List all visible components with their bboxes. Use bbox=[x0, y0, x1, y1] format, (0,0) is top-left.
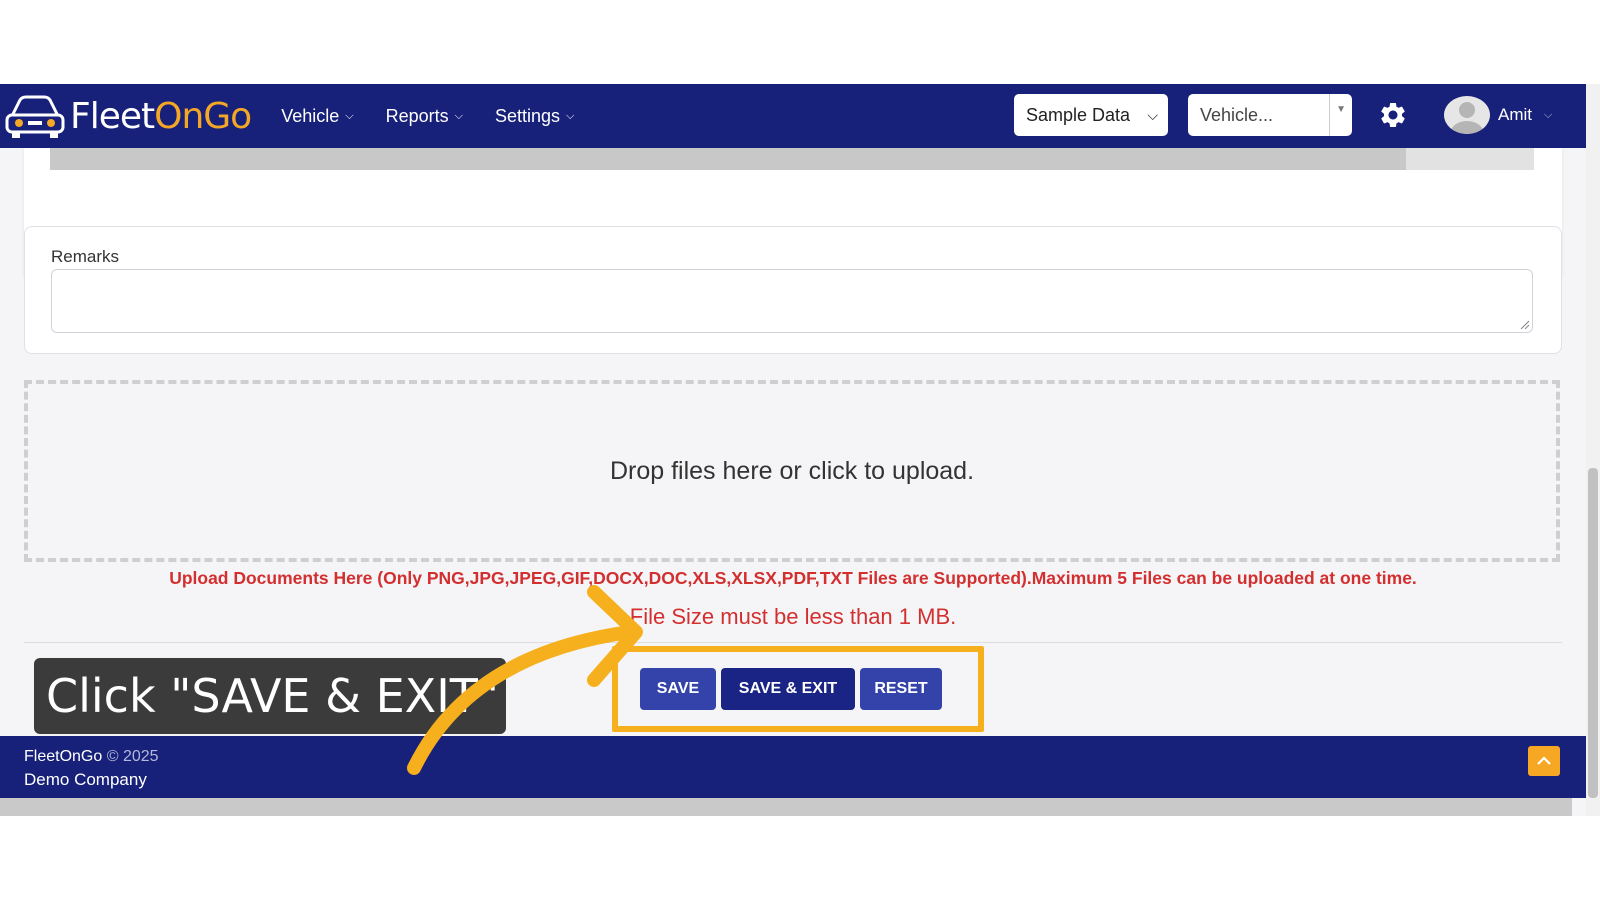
instruction-callout-text: Click "SAVE & EXIT" bbox=[46, 669, 500, 723]
page-vertical-scrollbar[interactable] bbox=[1586, 84, 1600, 816]
resize-handle-icon[interactable] bbox=[1519, 319, 1529, 329]
navbar: FleetOnGo Vehicle ⌵ Reports ⌵ Settings ⌵ Sa… bbox=[0, 84, 1586, 148]
footer: FleetOnGo © 2025 Demo Company bbox=[0, 736, 1586, 798]
logo-text-fleet: Fleet bbox=[70, 95, 155, 137]
nav-settings[interactable]: Settings ⌵ bbox=[495, 106, 574, 127]
form-actions: SAVE SAVE & EXIT RESET bbox=[640, 668, 947, 710]
upload-supported-note: Upload Documents Here (Only PNG,JPG,JPEG… bbox=[169, 568, 1417, 588]
vehicle-select[interactable]: Vehicle... ▼ bbox=[1188, 94, 1352, 136]
reset-button[interactable]: RESET bbox=[860, 668, 942, 710]
table-horizontal-scrollbar[interactable] bbox=[50, 148, 1406, 170]
save-exit-button[interactable]: SAVE & EXIT bbox=[721, 668, 855, 710]
user-name: Amit bbox=[1498, 105, 1532, 124]
sample-data-select[interactable]: Sample Data ⌵ bbox=[1014, 94, 1168, 136]
dropzone-text: Drop files here or click to upload. bbox=[609, 456, 975, 485]
table-scrollbar-track bbox=[1406, 148, 1534, 170]
chevron-up-icon bbox=[1537, 756, 1551, 765]
avatar bbox=[1444, 96, 1490, 134]
footer-brand: FleetOnGo © 2025 bbox=[24, 748, 159, 766]
file-size-note: File Size must be less than 1 MB. bbox=[629, 604, 957, 629]
chevron-down-icon: ⌵ bbox=[566, 109, 575, 122]
chevron-down-icon: ⌵ bbox=[345, 109, 354, 122]
nav-settings-label: Settings bbox=[494, 105, 561, 126]
gear-icon[interactable] bbox=[1378, 100, 1408, 135]
remarks-card: Remarks bbox=[24, 226, 1562, 354]
nav-reports-label: Reports bbox=[385, 105, 449, 126]
caret-down-icon: ▼ bbox=[1336, 104, 1346, 115]
save-button[interactable]: SAVE bbox=[640, 668, 716, 710]
file-dropzone[interactable]: Drop files here or click to upload. bbox=[24, 380, 1560, 562]
remarks-textarea[interactable] bbox=[51, 269, 1533, 333]
footer-company: Demo Company bbox=[24, 770, 147, 789]
remarks-label: Remarks bbox=[51, 247, 120, 266]
nav-vehicle-label: Vehicle bbox=[281, 105, 340, 126]
chevron-down-icon: ⌵ bbox=[1544, 108, 1553, 121]
logo[interactable]: FleetOnGo bbox=[4, 92, 252, 140]
scroll-to-top-button[interactable] bbox=[1528, 746, 1560, 776]
nav-reports[interactable]: Reports ⌵ bbox=[386, 106, 463, 127]
instruction-callout: Click "SAVE & EXIT" bbox=[34, 658, 506, 734]
car-logo-icon bbox=[5, 95, 65, 138]
sample-data-value: Sample Data bbox=[1026, 104, 1131, 125]
logo-text-go: Go bbox=[203, 95, 252, 137]
divider bbox=[24, 642, 1562, 643]
logo-wordmark: FleetOnGo bbox=[70, 95, 252, 137]
scrollbar-thumb[interactable] bbox=[1588, 468, 1598, 798]
vehicle-select-placeholder: Vehicle... bbox=[1200, 104, 1274, 125]
app-frame: FleetOnGo Vehicle ⌵ Reports ⌵ Settings ⌵ Sa… bbox=[0, 84, 1586, 816]
nav-vehicle[interactable]: Vehicle ⌵ bbox=[281, 106, 353, 127]
footer-copyright: © 2025 bbox=[102, 748, 159, 765]
user-menu[interactable]: Amit ⌵ bbox=[1444, 96, 1552, 134]
chevron-down-icon: ⌵ bbox=[1147, 106, 1158, 123]
chevron-down-icon: ⌵ bbox=[454, 109, 463, 122]
select-separator bbox=[1329, 94, 1330, 136]
page-horizontal-scrollbar[interactable] bbox=[0, 798, 1572, 816]
main-nav: Vehicle ⌵ Reports ⌵ Settings ⌵ bbox=[281, 106, 606, 127]
logo-text-on: On bbox=[154, 95, 204, 137]
footer-brand-name: FleetOnGo bbox=[24, 748, 103, 765]
